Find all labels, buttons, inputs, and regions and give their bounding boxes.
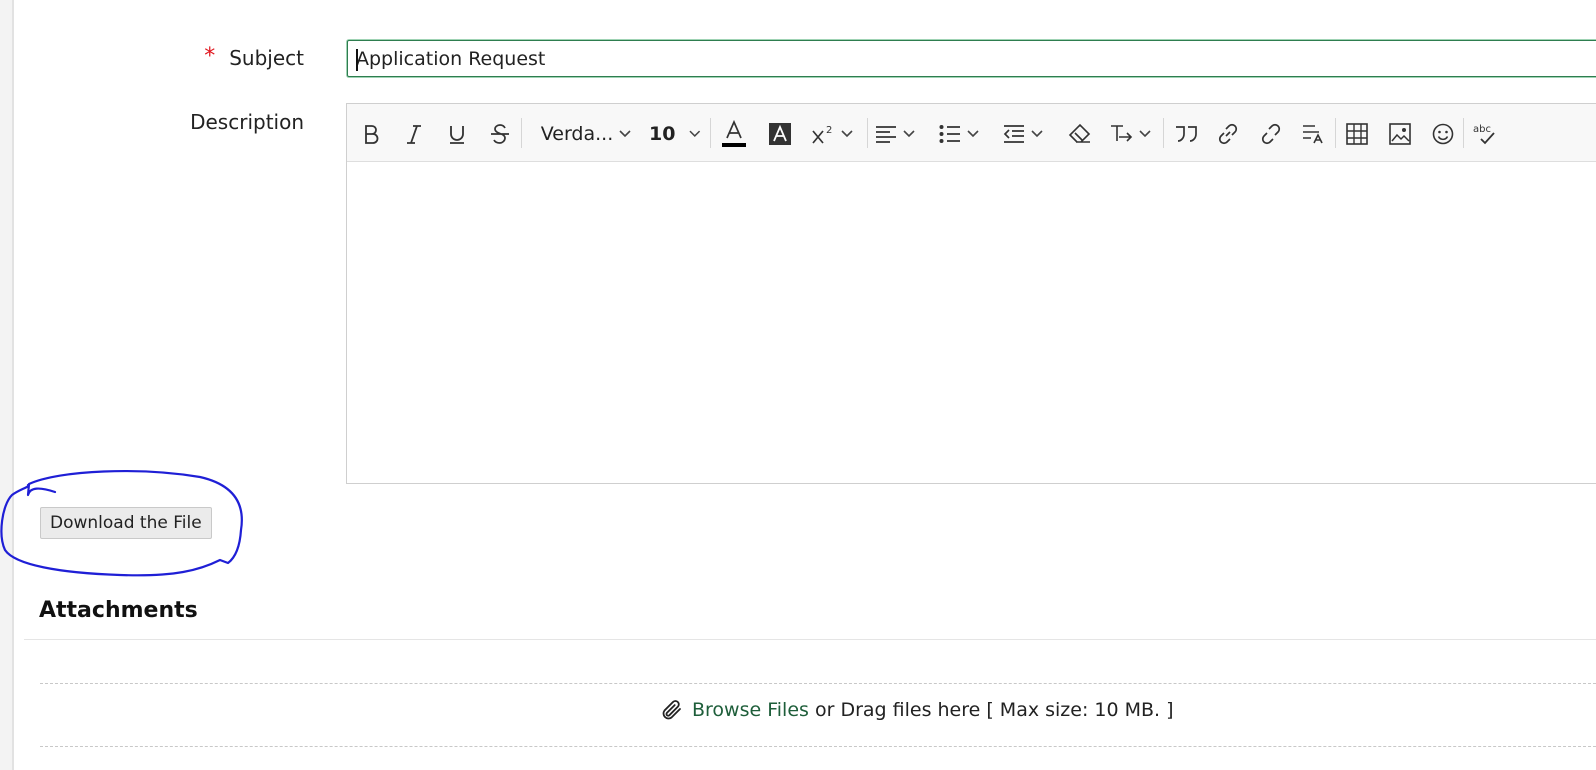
dropzone-border-bottom	[40, 746, 1596, 747]
toolbar-separator	[521, 118, 522, 148]
chevron-down-icon	[619, 130, 631, 138]
toolbar-separator	[1463, 118, 1464, 148]
chevron-down-icon	[903, 130, 915, 138]
font-family-dropdown[interactable]: Verda...	[537, 119, 635, 149]
clear-format-icon[interactable]	[1067, 119, 1093, 149]
toolbar-separator	[1163, 118, 1164, 148]
toolbar-separator	[1335, 118, 1336, 148]
editor-content-area[interactable]	[347, 162, 1596, 483]
chevron-down-icon	[967, 130, 979, 138]
bold-icon[interactable]	[359, 119, 383, 149]
link-icon[interactable]	[1215, 119, 1241, 149]
subject-input[interactable]	[347, 40, 1596, 77]
chevron-down-icon	[689, 130, 701, 138]
download-file-button[interactable]: Download the File	[40, 507, 212, 539]
dropzone-border-top	[40, 683, 1596, 684]
svg-text:abc: abc	[1473, 124, 1491, 135]
rich-text-editor: Verda... 10 2 abc	[346, 103, 1596, 484]
emoji-icon[interactable]	[1430, 119, 1456, 149]
underline-icon[interactable]	[445, 119, 469, 149]
highlight-color-icon[interactable]	[767, 119, 793, 149]
superscript-icon[interactable]: 2	[811, 119, 857, 149]
left-rail-border	[12, 0, 24, 770]
italic-icon[interactable]	[402, 119, 426, 149]
strikethrough-icon[interactable]	[488, 119, 512, 149]
align-icon[interactable]	[875, 119, 921, 149]
svg-text:2: 2	[826, 125, 832, 136]
chevron-down-icon	[841, 130, 853, 138]
chevron-down-icon	[1139, 130, 1151, 138]
font-family-value: Verda...	[540, 123, 614, 145]
indent-icon[interactable]	[1003, 119, 1049, 149]
text-caret	[356, 49, 358, 71]
required-mark: *	[204, 44, 216, 69]
blockquote-icon[interactable]	[1173, 119, 1199, 149]
text-color-icon[interactable]	[721, 119, 747, 149]
table-icon[interactable]	[1344, 119, 1370, 149]
list-icon[interactable]	[939, 119, 985, 149]
browse-files-link[interactable]: Browse Files	[692, 699, 809, 721]
toolbar-separator	[867, 118, 868, 148]
font-size-dropdown[interactable]: 10	[649, 119, 701, 149]
subject-label: * Subject	[204, 44, 304, 71]
description-label: Description	[190, 110, 304, 134]
editor-toolbar: Verda... 10 2 abc	[347, 104, 1596, 162]
spellcheck-icon[interactable]: abc	[1472, 119, 1498, 149]
drag-files-text: or Drag files here [ Max size: 10 MB. ]	[814, 699, 1174, 721]
text-direction-icon[interactable]	[1109, 119, 1155, 149]
find-replace-icon[interactable]	[1301, 119, 1327, 149]
subject-label-text: Subject	[229, 46, 304, 70]
chevron-down-icon	[1031, 130, 1043, 138]
image-icon[interactable]	[1387, 119, 1413, 149]
left-rail	[0, 0, 12, 770]
file-dropzone[interactable]: Browse Files or Drag files here [ Max si…	[660, 698, 1174, 722]
paperclip-icon	[662, 700, 681, 720]
unlink-icon[interactable]	[1258, 119, 1284, 149]
attachments-divider	[24, 639, 1596, 640]
attachments-heading: Attachments	[39, 598, 198, 623]
toolbar-separator	[710, 118, 711, 148]
font-size-value: 10	[649, 123, 676, 145]
